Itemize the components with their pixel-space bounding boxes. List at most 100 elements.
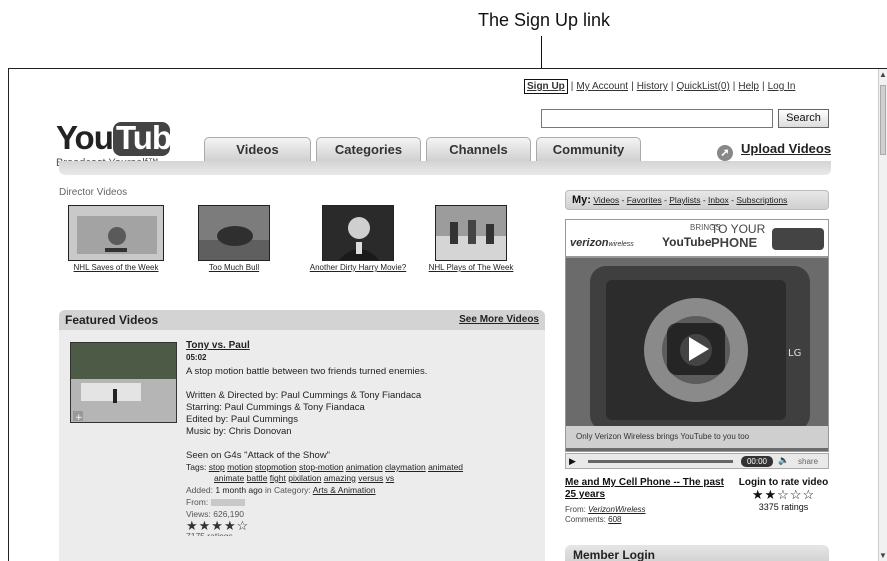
upload-videos-label: Upload Videos — [741, 141, 832, 156]
tag-link[interactable]: vs — [386, 473, 395, 483]
tag-link[interactable]: versus — [358, 473, 383, 483]
credit-line: Music by: Chris Donovan — [186, 426, 292, 437]
tag-link[interactable]: stopmotion — [255, 462, 297, 472]
outdoor-scene-thumbnail-image: + — [71, 343, 176, 423]
help-link[interactable]: Help — [738, 81, 759, 92]
share-button[interactable]: share — [798, 457, 818, 466]
video-thumbnail[interactable] — [322, 205, 394, 261]
seen-on-line: Seen on G4s "Attack of the Show" — [186, 450, 331, 461]
rating-stars: ★★★★☆ — [186, 518, 250, 533]
credit-line: Written & Directed by: Paul Cummings & T… — [186, 390, 422, 401]
category-label: in Category: — [264, 485, 311, 495]
verizon-ad-video[interactable]: LG Only Verizon Wireless brings YouTube … — [565, 257, 829, 452]
tab-channels[interactable]: Channels — [426, 137, 531, 162]
my-account-link[interactable]: My Account — [576, 81, 628, 92]
my-inbox-link[interactable]: Inbox — [708, 195, 729, 205]
callout-label: The Sign Up link — [477, 10, 611, 30]
my-favorites-link[interactable]: Favorites — [627, 195, 662, 205]
tag-link[interactable]: stop-motion — [299, 462, 343, 472]
director-video-item[interactable]: NHL Saves of the Week — [56, 205, 176, 273]
vertical-scrollbar[interactable]: ▲ ▼ — [878, 69, 887, 561]
video-thumbnail[interactable] — [68, 205, 164, 261]
director-video-caption[interactable]: Another Dirty Harry Movie? — [298, 263, 418, 273]
video-thumbnail[interactable] — [198, 205, 270, 261]
my-label: My: — [572, 194, 591, 206]
credit-line: Edited by: Paul Cummings — [186, 414, 298, 425]
my-playlists-link[interactable]: Playlists — [669, 195, 700, 205]
tab-categories[interactable]: Categories — [316, 137, 421, 162]
sign-up-link[interactable]: Sign Up — [524, 79, 568, 94]
director-videos-heading: Director Videos — [59, 187, 128, 198]
quicklist-count[interactable]: (0) — [718, 81, 730, 92]
history-link[interactable]: History — [637, 81, 668, 92]
tag-link[interactable]: amazing — [324, 473, 356, 483]
category-link[interactable]: Arts & Animation — [313, 485, 376, 495]
verizon-text: verizon — [570, 237, 609, 249]
tags-list: Tags: stop motion stopmotion stop-motion… — [186, 462, 536, 484]
promo-video-title[interactable]: Me and My Cell Phone -- The past 25 year… — [565, 477, 735, 501]
log-in-link[interactable]: Log In — [768, 81, 796, 92]
volume-icon[interactable]: 🔈 — [778, 455, 789, 466]
bull-thumbnail-image — [199, 206, 269, 260]
added-value: 1 month ago — [215, 485, 263, 495]
from-label: From: — [186, 497, 209, 507]
tag-link[interactable]: motion — [227, 462, 253, 472]
time-display: 00:00 — [741, 456, 773, 467]
director-video-item[interactable]: Too Much Bull — [174, 205, 294, 273]
director-video-caption[interactable]: NHL Saves of the Week — [56, 263, 176, 273]
play-control-icon[interactable]: ▶ — [569, 456, 576, 467]
from-label: From: — [565, 505, 586, 514]
search-input[interactable] — [541, 109, 773, 128]
tag-link[interactable]: battle — [247, 473, 268, 483]
tag-link[interactable]: animate — [214, 473, 244, 483]
my-videos-link[interactable]: Videos — [593, 195, 619, 205]
see-more-videos-link[interactable]: See More Videos — [459, 314, 539, 325]
director-video-item[interactable]: NHL Plays of The Week — [411, 205, 531, 273]
upload-videos-button[interactable]: ➚ Upload Videos — [717, 141, 831, 161]
tag-link[interactable]: claymation — [385, 462, 426, 472]
tag-link[interactable]: fight — [270, 473, 286, 483]
blurred-username[interactable] — [210, 499, 245, 507]
promo-rating: Login to rate video ★★☆☆☆ 3375 ratings — [736, 477, 831, 513]
featured-video-description: A stop motion battle between two friends… — [186, 366, 428, 377]
seek-bar[interactable] — [588, 460, 733, 463]
tab-videos[interactable]: Videos — [204, 137, 311, 162]
verizon-ad-banner[interactable]: verizonwireless YouTube BRINGS TO YOUR PH… — [565, 219, 829, 257]
link-separator: | — [631, 81, 634, 92]
youtube-ad-logo: YouTube — [662, 235, 712, 249]
search-button[interactable]: Search — [778, 109, 829, 128]
man-portrait-thumbnail-image — [323, 206, 393, 260]
featured-video-title[interactable]: Tony vs. Paul — [186, 340, 536, 352]
director-video-caption[interactable]: Too Much Bull — [174, 263, 294, 273]
featured-videos-header: Featured Videos See More Videos — [59, 310, 545, 330]
tag-link[interactable]: pixilation — [288, 473, 321, 483]
featured-videos-title: Featured Videos — [65, 313, 159, 327]
svg-text:+: + — [75, 413, 83, 423]
play-button-icon[interactable] — [667, 323, 725, 375]
featured-video-details: Tony vs. Paul 05:02 A stop motion battle… — [186, 340, 536, 536]
featured-video-credits: Written & Directed by: Paul Cummings & T… — [186, 390, 536, 438]
svg-text:LG: LG — [788, 348, 801, 359]
scroll-thumb[interactable] — [880, 85, 886, 155]
comments-count-link[interactable]: 608 — [608, 515, 621, 524]
featured-video-thumbnail[interactable]: + — [70, 342, 177, 423]
quicklist-link[interactable]: QuickList — [676, 81, 717, 92]
director-video-caption[interactable]: NHL Plays of The Week — [411, 263, 531, 273]
tag-link[interactable]: animation — [346, 462, 383, 472]
featured-videos-panel: Featured Videos See More Videos + Tony v… — [59, 310, 545, 561]
play-triangle — [689, 337, 709, 361]
scroll-up-arrow-icon[interactable]: ▲ — [879, 69, 887, 81]
director-video-item[interactable]: Another Dirty Harry Movie? — [298, 205, 418, 273]
to-your-text: TO YOUR PHONE — [711, 223, 765, 250]
tab-bar-strip — [59, 161, 831, 175]
hockey-thumbnail-image — [69, 206, 163, 260]
my-bar: My: Videos - Favorites - Playlists - Inb… — [565, 190, 829, 210]
tag-link[interactable]: animated — [428, 462, 463, 472]
tag-link[interactable]: stop — [209, 462, 225, 472]
video-thumbnail[interactable] — [435, 205, 507, 261]
my-subscriptions-link[interactable]: Subscriptions — [736, 195, 787, 205]
member-login-panel: Member Login — [565, 545, 829, 561]
scroll-down-arrow-icon[interactable]: ▼ — [879, 550, 887, 561]
tab-community[interactable]: Community — [536, 137, 641, 162]
from-channel-link[interactable]: VerizonWireless — [588, 505, 645, 514]
